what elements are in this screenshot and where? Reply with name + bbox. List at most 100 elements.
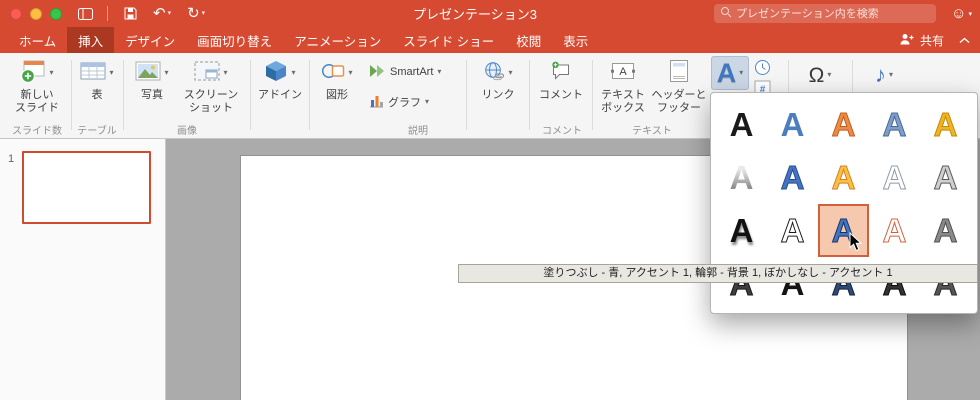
wordart-style-option[interactable]: A — [920, 204, 971, 257]
window-controls — [10, 7, 62, 20]
minimize-window-button[interactable] — [30, 7, 42, 20]
titlebar-divider — [107, 6, 108, 21]
search-box[interactable] — [714, 4, 936, 23]
table-dropdown-icon[interactable]: ▾ — [109, 69, 113, 77]
media-dropdown-icon[interactable]: ▾ — [889, 71, 893, 79]
shapes-dropdown-icon[interactable]: ▾ — [348, 69, 352, 77]
toggle-slide-pane-icon[interactable] — [78, 7, 93, 20]
symbol-button[interactable]: Ω ▾ — [798, 59, 842, 91]
titlebar: ↶▾ ↻▾ プレゼンテーション3 ☺▾ — [0, 0, 980, 27]
wordart-style-option[interactable]: A — [767, 204, 818, 257]
header-footer-label-1: ヘッダーと — [651, 89, 707, 101]
new-slide-button[interactable]: ▾ 新しい スライド — [6, 57, 68, 115]
slide-number-label: 1 — [8, 153, 15, 165]
share-button[interactable]: 共有 — [900, 27, 944, 53]
powerpoint-window: ↶▾ ↻▾ プレゼンテーション3 ☺▾ ホーム挿入デザイン画面切り替えアニメーシ… — [0, 0, 980, 400]
wordart-style-option[interactable]: A — [920, 151, 971, 204]
chart-dropdown-icon[interactable]: ▾ — [425, 98, 429, 106]
table-label: 表 — [91, 89, 103, 101]
chart-button[interactable]: グラフ ▾ — [368, 89, 429, 115]
date-time-button[interactable] — [754, 59, 771, 81]
screenshot-button[interactable]: ▾ スクリーン ショット — [178, 57, 244, 115]
close-window-button[interactable] — [10, 7, 22, 20]
tab-slideshow[interactable]: スライド ショー — [392, 27, 505, 53]
smartart-label: SmartArt — [390, 66, 434, 78]
wordart-letter: A — [831, 106, 856, 143]
wordart-style-option[interactable]: A — [716, 98, 767, 151]
wordart-letter: A — [780, 159, 805, 196]
wordart-letter: A — [882, 159, 907, 196]
wordart-style-option[interactable]: A — [869, 151, 920, 204]
comment-button[interactable]: コメント — [536, 57, 586, 102]
addins-button[interactable]: ▾ アドイン — [255, 57, 305, 102]
smartart-dropdown-icon[interactable]: ▾ — [437, 68, 441, 76]
wordart-style-option[interactable]: A — [767, 151, 818, 204]
wordart-icon: A — [716, 57, 737, 88]
wordart-style-option[interactable]: A — [716, 151, 767, 204]
tab-home[interactable]: ホーム — [8, 27, 67, 53]
feedback-smiley-icon[interactable]: ☺ ▾ — [951, 5, 972, 22]
wordart-letter: A — [933, 159, 958, 196]
addins-dropdown-icon[interactable]: ▾ — [291, 69, 295, 77]
group-label-slides: スライド数 — [12, 126, 62, 137]
redo-icon[interactable]: ↻ ▾ — [187, 6, 205, 21]
tab-animations[interactable]: アニメーション — [283, 27, 392, 53]
group-separator — [309, 60, 310, 130]
wordart-dropdown-icon[interactable]: ▾ — [739, 69, 743, 77]
wordart-style-option[interactable]: A — [767, 98, 818, 151]
wordart-letter: A — [933, 212, 958, 249]
header-footer-button[interactable]: ヘッダーと フッター — [651, 57, 707, 115]
redo-dropdown-icon[interactable]: ▾ — [202, 10, 206, 17]
wordart-letter: A — [729, 106, 754, 143]
group-separator — [466, 60, 467, 130]
link-label: リンク — [481, 89, 515, 101]
zoom-window-button[interactable] — [50, 7, 62, 20]
symbol-dropdown-icon[interactable]: ▾ — [827, 71, 831, 79]
textbox-label-1: テキスト — [601, 89, 645, 101]
link-dropdown-icon[interactable]: ▾ — [508, 69, 512, 77]
omega-icon: Ω — [808, 63, 825, 87]
wordart-style-option[interactable]: A — [716, 204, 767, 257]
group-label-table: テーブル — [77, 126, 117, 137]
save-icon[interactable] — [124, 7, 137, 20]
wordart-style-option[interactable]: A — [869, 204, 920, 257]
screenshot-dropdown-icon[interactable]: ▾ — [223, 69, 227, 77]
tab-review[interactable]: 校閲 — [505, 27, 552, 53]
chart-label: グラフ — [388, 97, 421, 109]
undo-icon[interactable]: ↶ ▾ — [153, 6, 171, 21]
media-button[interactable]: ♪ ▾ — [862, 59, 906, 91]
photo-label: 写真 — [141, 89, 163, 101]
header-footer-icon — [669, 59, 689, 88]
svg-text:A: A — [619, 66, 627, 78]
table-button[interactable]: ▾ 表 — [75, 57, 119, 102]
search-input[interactable] — [736, 7, 930, 20]
new-slide-dropdown-icon[interactable]: ▾ — [49, 69, 53, 77]
photo-icon — [135, 61, 161, 86]
tab-design[interactable]: デザイン — [114, 27, 186, 53]
screenshot-icon — [194, 61, 220, 86]
wordart-button[interactable]: A ▾ — [711, 56, 749, 90]
photo-dropdown-icon[interactable]: ▾ — [164, 69, 168, 77]
wordart-style-option[interactable]: A — [920, 98, 971, 151]
wordart-style-option[interactable]: A — [818, 151, 869, 204]
photo-button[interactable]: ▾ 写真 — [129, 57, 175, 102]
wordart-letter: A — [729, 212, 754, 249]
wordart-letter: A — [729, 159, 754, 196]
wordart-letter: A — [831, 212, 856, 249]
wordart-style-option-selected[interactable]: A — [818, 204, 869, 257]
shapes-button[interactable]: ▾ 図形 — [314, 57, 360, 102]
tab-transitions[interactable]: 画面切り替え — [186, 27, 283, 53]
link-button[interactable]: ▾ リンク — [474, 57, 522, 102]
smartart-button[interactable]: SmartArt ▾ — [368, 59, 441, 85]
tab-insert[interactable]: 挿入 — [67, 27, 115, 53]
collapse-ribbon-icon[interactable] — [959, 27, 970, 53]
tab-view[interactable]: 表示 — [552, 27, 599, 53]
textbox-button[interactable]: A テキスト ボックス — [597, 57, 649, 115]
wordart-style-option[interactable]: A — [818, 98, 869, 151]
link-icon — [483, 61, 505, 86]
group-separator — [529, 60, 530, 130]
undo-dropdown-icon[interactable]: ▾ — [168, 10, 172, 17]
wordart-style-option[interactable]: A — [869, 98, 920, 151]
textbox-icon: A — [611, 61, 635, 86]
slide-thumbnail[interactable] — [22, 151, 151, 224]
